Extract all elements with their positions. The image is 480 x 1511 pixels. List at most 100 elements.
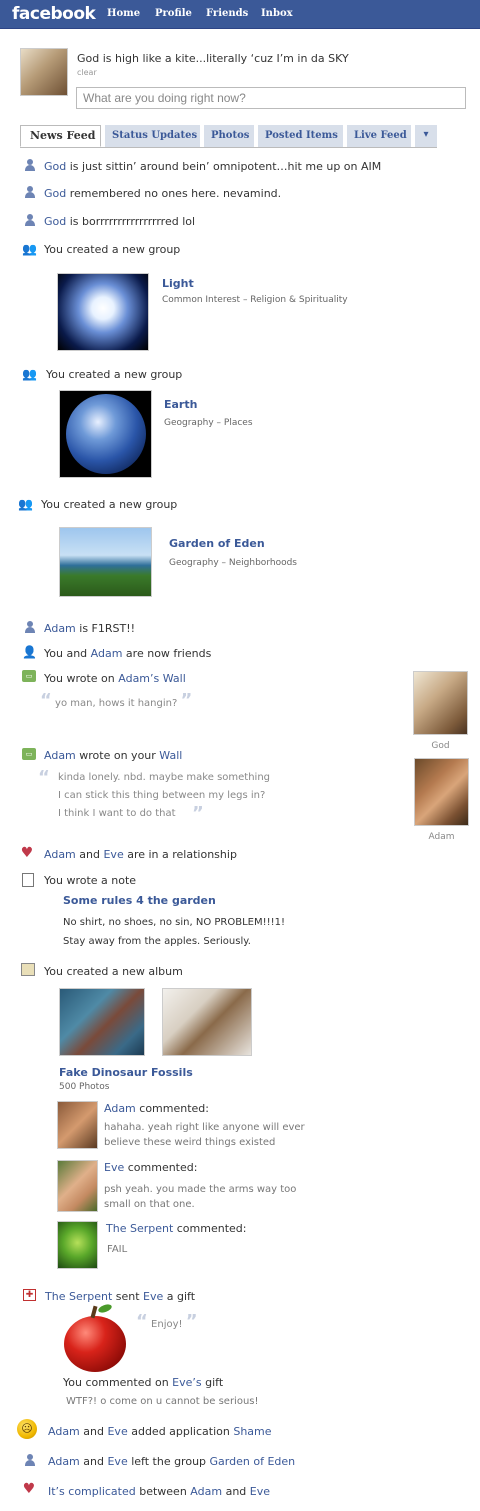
note-icon (22, 873, 34, 887)
user-link[interactable]: God (44, 160, 66, 173)
user-link[interactable]: Adam (44, 749, 76, 762)
status-input[interactable]: What are you doing right now? (76, 87, 466, 109)
comment-header: The Serpent commented: (106, 1222, 246, 1235)
apple-gift-image[interactable] (64, 1316, 126, 1372)
heart-icon: ♥ (22, 1481, 36, 1497)
feed-complicated: It’s complicated between Adam and Eve (48, 1485, 270, 1498)
earth-group-image[interactable] (59, 390, 152, 478)
status-text: is borrrrrrrrrrrrrrrred lol (66, 215, 196, 228)
application-link[interactable]: Shame (233, 1425, 271, 1438)
adam-thumbnail[interactable] (414, 758, 469, 826)
wall-quote-line-2: I can stick this thing between my legs i… (58, 790, 266, 801)
relationship-status-link[interactable]: It’s complicated (48, 1485, 136, 1498)
user-link[interactable]: God (44, 215, 66, 228)
text: wrote on your (75, 749, 160, 762)
wall-link[interactable]: Adam’s Wall (118, 672, 186, 685)
status-text: is just sittin’ around bein’ omnipotent…… (66, 160, 382, 173)
feed-application: Adam and Eve added application Shame (48, 1425, 272, 1438)
user-link[interactable]: Adam (91, 647, 123, 660)
album-title-link[interactable]: Fake Dinosaur Fossils (59, 1066, 193, 1079)
note-line-1: No shirt, no shoes, no sin, NO PROBLEM!!… (63, 917, 285, 928)
group-title-link[interactable]: Garden of Eden (169, 537, 265, 550)
note-created-text: You wrote a note (44, 874, 137, 887)
tab-live-feed[interactable]: Live Feed (347, 125, 411, 147)
user-link[interactable]: The Serpent (45, 1290, 112, 1303)
tab-posted-items[interactable]: Posted Items (258, 125, 343, 147)
status-text: is F1RST!! (75, 622, 136, 635)
wall-post-icon: ▭ (22, 670, 36, 682)
user-link[interactable]: Eve (143, 1290, 163, 1303)
tab-status-updates[interactable]: Status Updates (105, 125, 200, 147)
person-icon (24, 186, 35, 198)
gift-comment-header: You commented on Eve’s gift (63, 1376, 223, 1389)
user-link[interactable]: God (44, 187, 66, 200)
profile-avatar[interactable] (20, 48, 68, 96)
apple-leaf (97, 1302, 113, 1315)
facebook-logo[interactable]: facebook (12, 4, 96, 24)
comment-line: hahaha. yeah right like anyone will ever (104, 1122, 305, 1133)
open-quote-icon: “ (40, 690, 52, 711)
user-link[interactable]: Adam (48, 1455, 80, 1468)
group-icon: 👥 (22, 367, 37, 381)
user-link[interactable]: Eve (107, 1425, 127, 1438)
nav-profile[interactable]: Profile (155, 8, 192, 19)
note-line-2: Stay away from the apples. Seriously. (63, 936, 251, 947)
garden-group-image[interactable] (59, 527, 152, 597)
feed-left-group: Adam and Eve left the group Garden of Ed… (48, 1455, 295, 1468)
group-category: Common Interest – Religion & Spiritualit… (162, 295, 348, 305)
group-created-text: You created a new group (41, 498, 178, 511)
user-link[interactable]: Adam (104, 1102, 136, 1115)
nav-friends[interactable]: Friends (206, 8, 248, 19)
user-link[interactable]: Adam (44, 848, 76, 861)
tabs-dropdown-icon[interactable]: ▾ (415, 125, 437, 147)
clear-link[interactable]: clear (77, 68, 97, 77)
comment-header: Eve commented: (104, 1161, 197, 1174)
user-link[interactable]: Eve (107, 1455, 127, 1468)
god-thumbnail[interactable] (413, 671, 468, 735)
commenter-avatar-eve[interactable] (57, 1160, 98, 1212)
tab-underline (20, 147, 437, 148)
feed-status-3: God is borrrrrrrrrrrrrrrred lol (44, 215, 195, 228)
person-icon (24, 1454, 35, 1466)
group-title-link[interactable]: Earth (164, 398, 197, 411)
album-created-text: You created a new album (44, 965, 183, 978)
feed-friends: You and Adam are now friends (44, 647, 211, 660)
user-link[interactable]: The Serpent (106, 1222, 173, 1235)
wall-quote-line-1: kinda lonely. nbd. maybe make something (58, 772, 271, 783)
person-icon (24, 621, 35, 633)
group-icon: 👥 (22, 242, 37, 256)
text: a gift (163, 1290, 196, 1303)
wall-link[interactable]: Wall (159, 749, 182, 762)
text: You wrote on (44, 672, 119, 685)
text: commented: (173, 1222, 247, 1235)
note-title-link[interactable]: Some rules 4 the garden (63, 894, 216, 907)
group-created-text: You created a new group (44, 243, 181, 256)
comment-line: FAIL (107, 1244, 128, 1255)
user-link[interactable]: Eve (104, 1161, 124, 1174)
group-link[interactable]: Garden of Eden (210, 1455, 296, 1468)
commenter-avatar-serpent[interactable] (57, 1221, 98, 1269)
status-text: remembered no ones here. nevamind. (66, 187, 282, 200)
light-group-image[interactable] (57, 273, 149, 351)
user-link[interactable]: Adam (44, 622, 76, 635)
status-text: God is high like a kite...literally ‘cuz… (77, 52, 349, 65)
album-photo-2[interactable] (162, 988, 252, 1056)
nav-home[interactable]: Home (107, 8, 140, 19)
text: and (75, 848, 104, 861)
tab-photos[interactable]: Photos (204, 125, 254, 147)
feed-status-2: God remembered no ones here. nevamind. (44, 187, 281, 200)
comment-line: small on that one. (104, 1199, 195, 1210)
user-link[interactable]: Eve (250, 1485, 270, 1498)
user-link[interactable]: Eve’s (172, 1376, 201, 1389)
user-link[interactable]: Adam (48, 1425, 80, 1438)
commenter-avatar-adam[interactable] (57, 1101, 98, 1149)
nav-inbox[interactable]: Inbox (261, 8, 293, 19)
user-link[interactable]: Eve (103, 848, 123, 861)
user-link[interactable]: Adam (190, 1485, 222, 1498)
text: and (79, 1455, 108, 1468)
album-photo-count: 500 Photos (59, 1082, 110, 1092)
group-title-link[interactable]: Light (162, 277, 194, 290)
album-photo-1[interactable] (59, 988, 145, 1056)
text: commented: (135, 1102, 209, 1115)
tab-news-feed[interactable]: News Feed (20, 125, 101, 147)
